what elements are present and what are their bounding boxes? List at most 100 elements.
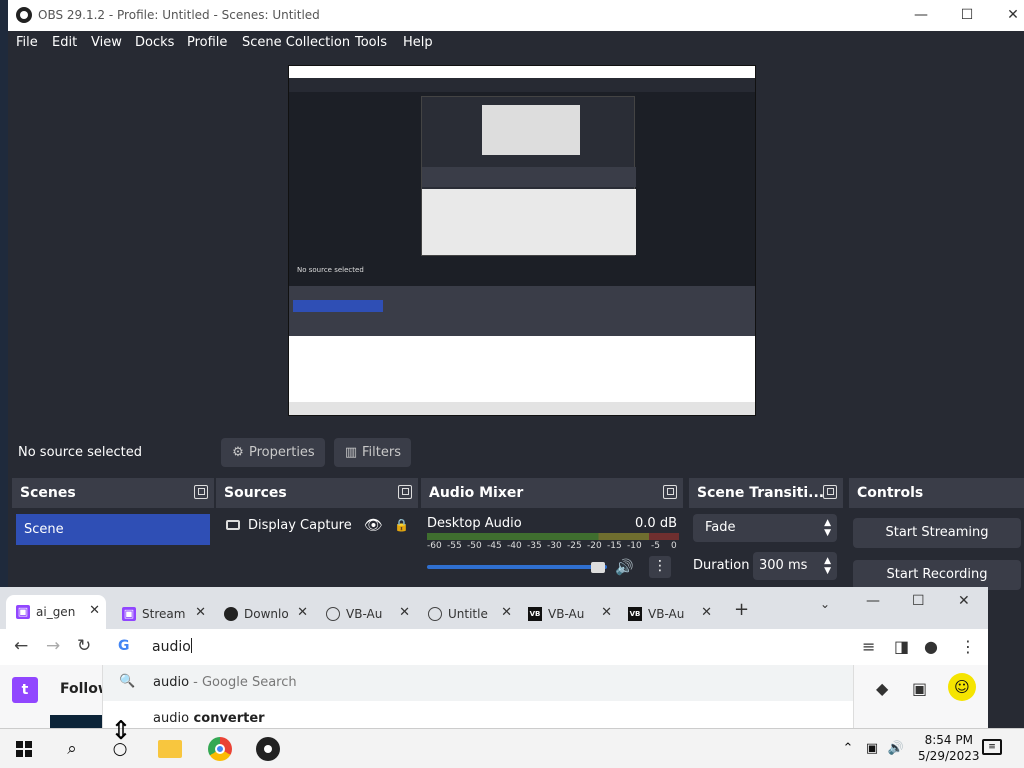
eye-icon[interactable]: 👁 xyxy=(364,516,383,534)
preview-mirror-titlebar xyxy=(289,66,755,78)
text-caret xyxy=(190,638,192,653)
chevron-up-icon[interactable]: ⌃ xyxy=(836,737,860,761)
globe-icon xyxy=(326,607,340,621)
new-tab-button[interactable]: + xyxy=(734,599,749,620)
meter-tick: -50 xyxy=(467,541,482,551)
menu-view[interactable]: View xyxy=(91,35,122,50)
start-streaming-button[interactable]: Start Streaming xyxy=(853,518,1021,548)
file-explorer-icon[interactable] xyxy=(158,740,182,758)
chrome-icon[interactable] xyxy=(208,737,232,761)
sources-dock: Sources Display Capture 👁 🔒 xyxy=(216,478,418,585)
minimize-button[interactable]: — xyxy=(866,593,880,609)
search-icon[interactable]: ⌕ xyxy=(60,737,84,761)
filters-button[interactable]: ▥ Filters xyxy=(334,438,411,467)
undock-icon[interactable] xyxy=(823,485,837,499)
undock-icon[interactable] xyxy=(194,485,208,499)
tab-strip: ▣ ai_gen ✕ ▣ Stream ✕ Downlo ✕ VB-Au ✕ U… xyxy=(0,587,988,629)
browser-tab[interactable]: ▣ ai_gen ✕ xyxy=(6,595,106,629)
avatar[interactable]: ☺ xyxy=(948,673,976,701)
windows-start-icon[interactable] xyxy=(16,741,32,757)
maximize-button[interactable]: ☐ xyxy=(912,593,925,609)
speaker-icon[interactable]: 🔊 xyxy=(615,558,634,576)
volume-slider[interactable] xyxy=(427,565,607,569)
window-title: OBS 29.1.2 - Profile: Untitled - Scenes:… xyxy=(38,8,320,22)
duration-field[interactable]: 300 ms ▲ ▼ xyxy=(753,552,837,580)
suggestion-item[interactable]: 🔍 audio - Google Search xyxy=(103,665,853,701)
vb-audio-icon: VB xyxy=(528,607,542,621)
properties-button[interactable]: ⚙ Properties xyxy=(221,438,325,467)
close-tab-icon[interactable]: ✕ xyxy=(297,605,308,620)
forward-arrow-icon[interactable]: → xyxy=(46,636,60,656)
browser-tab[interactable]: Untitle ✕ xyxy=(418,600,518,628)
globe-icon xyxy=(428,607,442,621)
lock-icon[interactable]: 🔒 xyxy=(394,518,409,532)
close-button[interactable]: ✕ xyxy=(958,593,970,609)
address-bar[interactable]: G audio xyxy=(102,631,854,663)
transition-select[interactable]: Fade ▲ ▼ xyxy=(693,514,837,542)
obs-icon[interactable] xyxy=(256,737,280,761)
back-arrow-icon[interactable]: ← xyxy=(14,636,28,656)
mixer-menu-button[interactable]: ⋮ xyxy=(649,556,671,578)
meter-tick: -60 xyxy=(427,541,442,551)
menu-file[interactable]: File xyxy=(16,35,38,50)
start-recording-button[interactable]: Start Recording xyxy=(853,560,1021,590)
close-tab-icon[interactable]: ✕ xyxy=(701,605,712,620)
preview-canvas[interactable]: No source selected xyxy=(288,65,756,416)
network-icon[interactable]: ▣ xyxy=(860,737,884,761)
monitor-icon xyxy=(226,520,240,530)
volume-icon[interactable]: 🔊 xyxy=(884,737,908,761)
meter-tick: -10 xyxy=(627,541,642,551)
notification-icon[interactable]: ≡ xyxy=(982,739,1002,755)
preview-mirror-scene xyxy=(293,300,383,312)
close-tab-icon[interactable]: ✕ xyxy=(501,605,512,620)
tab-search-icon[interactable]: ⌄ xyxy=(820,597,830,611)
undock-icon[interactable] xyxy=(398,485,412,499)
system-clock[interactable]: 8:54 PM 5/29/2023 xyxy=(918,732,980,764)
prime-icon[interactable]: ◆ xyxy=(876,679,888,698)
maximize-button[interactable]: ☐ xyxy=(944,0,990,31)
transitions-title: Scene Transiti... xyxy=(697,485,825,501)
meter-tick: -5 xyxy=(651,541,660,551)
menu-profile[interactable]: Profile xyxy=(187,35,227,50)
browser-toolbar: ← → ↻ G audio ≡ ◨ ● ⋮ xyxy=(0,629,988,665)
close-tab-icon[interactable]: ✕ xyxy=(195,605,206,620)
twitch-logo-icon[interactable]: t xyxy=(12,677,38,703)
undock-icon[interactable] xyxy=(663,485,677,499)
preview-mirror-taskbar xyxy=(289,402,755,415)
volume-slider-handle[interactable] xyxy=(591,562,605,573)
controls-title: Controls xyxy=(857,485,924,501)
menu-tools[interactable]: Tools xyxy=(355,35,387,50)
browser-tab[interactable]: VB VB-Au ✕ xyxy=(618,600,718,628)
close-tab-icon[interactable]: ✕ xyxy=(89,603,100,618)
twitch-icon: ▣ xyxy=(122,607,136,621)
scene-list-item[interactable]: Scene xyxy=(16,514,210,545)
reload-icon[interactable]: ↻ xyxy=(77,636,91,656)
bits-icon[interactable]: ▣ xyxy=(912,679,927,698)
minimize-button[interactable]: — xyxy=(898,0,944,31)
kebab-menu-icon[interactable]: ⋮ xyxy=(960,637,976,656)
volume-meter xyxy=(427,533,679,540)
address-bar-text: audio xyxy=(152,639,191,655)
menu-scene-collection[interactable]: Scene Collection xyxy=(242,35,350,50)
source-toolbar: No source selected ⚙ Properties ▥ Filters xyxy=(8,432,1024,472)
audio-mixer-dock: Audio Mixer Desktop Audio 0.0 dB -60 -55… xyxy=(421,478,683,585)
browser-tab[interactable]: ▣ Stream ✕ xyxy=(112,600,212,628)
chrome-window: ▣ ai_gen ✕ ▣ Stream ✕ Downlo ✕ VB-Au ✕ U… xyxy=(0,587,988,740)
browser-tab[interactable]: VB-Au ✕ xyxy=(316,600,416,628)
browser-tab[interactable]: VB VB-Au ✕ xyxy=(518,600,618,628)
side-panel-icon[interactable]: ◨ xyxy=(894,637,909,656)
stepper-icon[interactable]: ▲ ▼ xyxy=(824,552,831,576)
close-tab-icon[interactable]: ✕ xyxy=(399,605,410,620)
duration-label: Duration xyxy=(693,558,750,573)
profile-icon[interactable]: ● xyxy=(924,637,938,656)
source-list-item[interactable]: Display Capture xyxy=(226,518,352,533)
browser-tab[interactable]: Downlo ✕ xyxy=(214,600,314,628)
meter-tick: -55 xyxy=(447,541,462,551)
menu-edit[interactable]: Edit xyxy=(52,35,77,50)
close-button[interactable]: ✕ xyxy=(990,0,1024,31)
menu-docks[interactable]: Docks xyxy=(135,35,174,50)
close-tab-icon[interactable]: ✕ xyxy=(601,605,612,620)
preview-mirror-browser xyxy=(289,336,755,402)
menu-help[interactable]: Help xyxy=(403,35,433,50)
media-control-icon[interactable]: ≡ xyxy=(862,637,875,656)
